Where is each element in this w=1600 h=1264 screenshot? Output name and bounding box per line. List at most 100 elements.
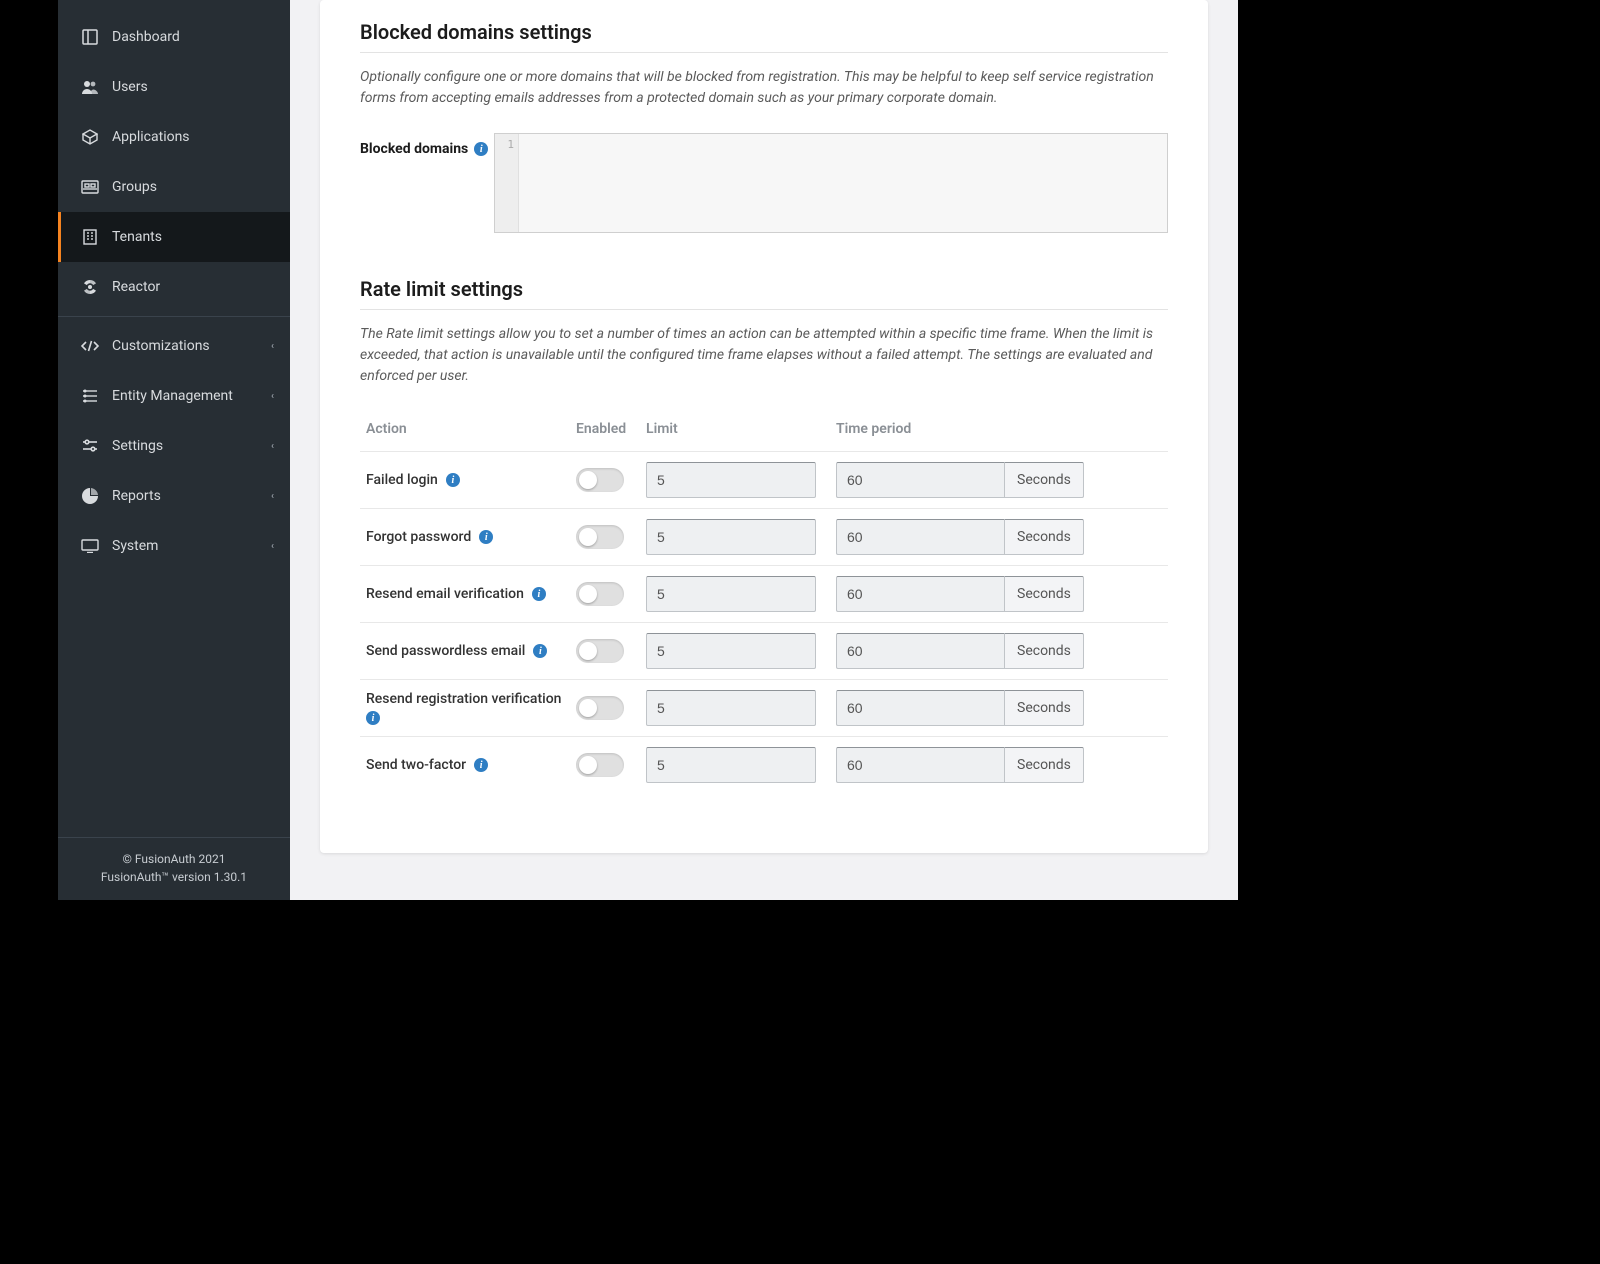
sidebar-item-label: Users <box>112 79 148 95</box>
rate-period-unit: Seconds <box>1004 690 1084 726</box>
chevron-left-icon: ‹ <box>271 441 274 452</box>
editor-gutter: 1 <box>495 134 519 232</box>
chevron-left-icon: ‹ <box>271 541 274 552</box>
sidebar-item-reactor[interactable]: Reactor <box>58 262 290 312</box>
blocked-domains-row: Blocked domains i 1 <box>360 133 1168 233</box>
info-icon[interactable]: i <box>446 473 460 487</box>
footer-version: FusionAuth™ version 1.30.1 <box>66 868 282 886</box>
rate-enabled-toggle[interactable] <box>576 639 624 663</box>
sidebar-item-customizations[interactable]: Customizations ‹ <box>58 321 290 371</box>
rate-period-unit: Seconds <box>1004 519 1084 555</box>
chevron-left-icon: ‹ <box>271 341 274 352</box>
rate-limit-title: Rate limit settings <box>360 257 1168 310</box>
sidebar-item-label: Tenants <box>112 229 162 245</box>
sidebar-item-dashboard[interactable]: Dashboard <box>58 12 290 62</box>
rate-action-label: Send two-factor <box>366 757 466 773</box>
blocked-domains-input[interactable] <box>519 134 1167 232</box>
rate-enabled-toggle[interactable] <box>576 525 624 549</box>
rate-header-action: Action <box>360 411 570 452</box>
rate-header-period: Time period <box>830 411 1168 452</box>
sidebar-item-label: System <box>112 538 158 554</box>
rate-header-enabled: Enabled <box>570 411 640 452</box>
entity-icon <box>80 386 100 406</box>
rate-limit-input[interactable] <box>646 633 816 669</box>
system-icon <box>80 536 100 556</box>
dashboard-icon <box>80 27 100 47</box>
sidebar-item-label: Reactor <box>112 279 160 295</box>
sidebar-item-label: Settings <box>112 438 163 454</box>
info-icon[interactable]: i <box>474 758 488 772</box>
rate-limit-input[interactable] <box>646 519 816 555</box>
rate-row: Forgot password i Seconds <box>360 509 1168 566</box>
sidebar-item-tenants[interactable]: Tenants <box>58 212 290 262</box>
rate-limit-input[interactable] <box>646 690 816 726</box>
sidebar-item-label: Groups <box>112 179 157 195</box>
app-shell: Dashboard Users Applications Groups <box>58 0 1238 900</box>
sidebar-footer: © FusionAuth 2021 FusionAuth™ version 1.… <box>58 837 290 900</box>
rate-row: Resend email verification i Seconds <box>360 566 1168 623</box>
sidebar-item-system[interactable]: System ‹ <box>58 521 290 571</box>
sidebar-item-label: Applications <box>112 129 190 145</box>
rate-period-input[interactable] <box>836 576 1004 612</box>
rate-period-input[interactable] <box>836 519 1004 555</box>
rate-row: Resend registration verification i Seconds <box>360 680 1168 737</box>
rate-limit-input[interactable] <box>646 462 816 498</box>
info-icon[interactable]: i <box>474 142 488 156</box>
info-icon[interactable]: i <box>533 644 547 658</box>
rate-period-input[interactable] <box>836 747 1004 783</box>
chevron-left-icon: ‹ <box>271 491 274 502</box>
sidebar-divider <box>58 316 290 317</box>
rate-limit-desc: The Rate limit settings allow you to set… <box>360 324 1168 387</box>
rate-period-unit: Seconds <box>1004 633 1084 669</box>
settings-card: Blocked domains settings Optionally conf… <box>320 0 1208 853</box>
sidebar-item-applications[interactable]: Applications <box>58 112 290 162</box>
sidebar-item-label: Customizations <box>112 338 210 354</box>
rate-row: Send passwordless email i Seconds <box>360 623 1168 680</box>
settings-icon <box>80 436 100 456</box>
rate-period-input[interactable] <box>836 462 1004 498</box>
applications-icon <box>80 127 100 147</box>
info-icon[interactable]: i <box>479 530 493 544</box>
rate-action-label: Forgot password <box>366 529 471 545</box>
sidebar: Dashboard Users Applications Groups <box>58 0 290 900</box>
rate-period-unit: Seconds <box>1004 462 1084 498</box>
chevron-left-icon: ‹ <box>271 391 274 402</box>
rate-header-limit: Limit <box>640 411 830 452</box>
reactor-icon <box>80 277 100 297</box>
rate-action-label: Resend email verification <box>366 586 524 602</box>
rate-period-input[interactable] <box>836 690 1004 726</box>
rate-enabled-toggle[interactable] <box>576 696 624 720</box>
rate-limit-table: Action Enabled Limit Time period Failed … <box>360 411 1168 793</box>
info-icon[interactable]: i <box>532 587 546 601</box>
footer-copyright: © FusionAuth 2021 <box>66 850 282 868</box>
rate-limit-input[interactable] <box>646 576 816 612</box>
rate-enabled-toggle[interactable] <box>576 582 624 606</box>
users-icon <box>80 77 100 97</box>
rate-period-unit: Seconds <box>1004 747 1084 783</box>
rate-period-unit: Seconds <box>1004 576 1084 612</box>
rate-row: Send two-factor i Seconds <box>360 737 1168 794</box>
rate-limit-input[interactable] <box>646 747 816 783</box>
sidebar-item-entity-management[interactable]: Entity Management ‹ <box>58 371 290 421</box>
rate-row: Failed loginiSeconds <box>360 452 1168 509</box>
rate-period-input[interactable] <box>836 633 1004 669</box>
sidebar-item-label: Reports <box>112 488 161 504</box>
rate-enabled-toggle[interactable] <box>576 753 624 777</box>
groups-icon <box>80 177 100 197</box>
rate-enabled-toggle[interactable] <box>576 468 624 492</box>
blocked-domains-desc: Optionally configure one or more domains… <box>360 67 1168 109</box>
sidebar-item-reports[interactable]: Reports ‹ <box>58 471 290 521</box>
rate-action-label: Resend registration verification <box>366 691 561 707</box>
info-icon[interactable]: i <box>366 711 380 725</box>
sidebar-item-users[interactable]: Users <box>58 62 290 112</box>
blocked-domains-editor[interactable]: 1 <box>494 133 1168 233</box>
sidebar-item-groups[interactable]: Groups <box>58 162 290 212</box>
rate-action-label: Send passwordless email <box>366 643 525 659</box>
blocked-domains-label-text: Blocked domains <box>360 141 468 157</box>
sidebar-menu: Dashboard Users Applications Groups <box>58 0 290 837</box>
sidebar-item-label: Entity Management <box>112 388 233 404</box>
customizations-icon <box>80 336 100 356</box>
main-content: Blocked domains settings Optionally conf… <box>290 0 1238 900</box>
blocked-domains-label: Blocked domains i <box>360 133 494 157</box>
sidebar-item-settings[interactable]: Settings ‹ <box>58 421 290 471</box>
